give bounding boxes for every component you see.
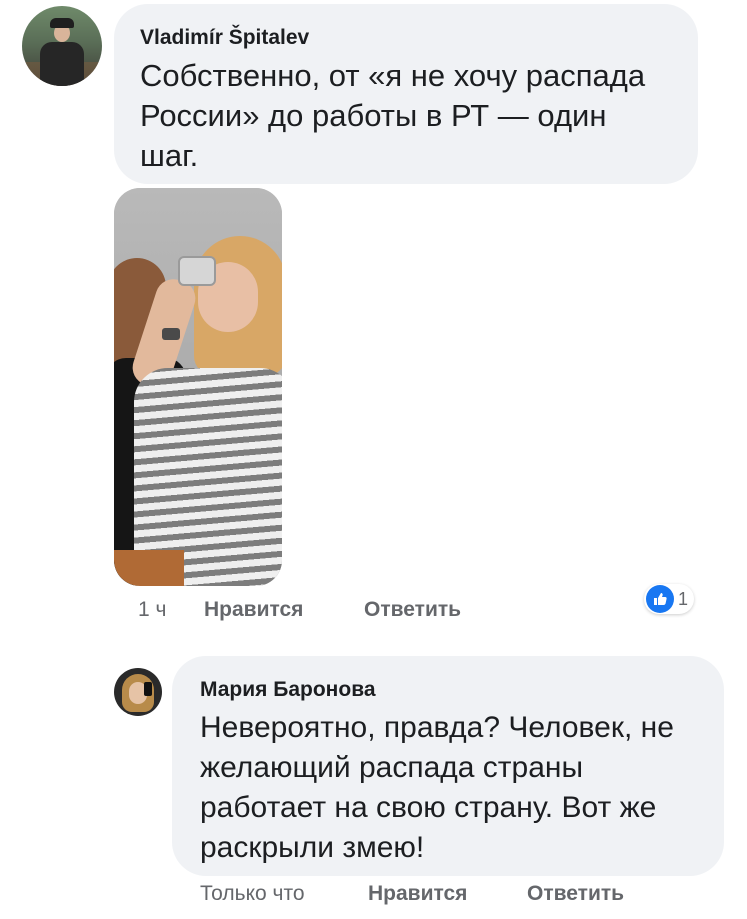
comment-author[interactable]: Мария Баронова bbox=[200, 678, 698, 702]
photo-table bbox=[114, 550, 184, 586]
avatar[interactable] bbox=[22, 6, 102, 86]
photo-watch bbox=[162, 328, 180, 340]
comment-photo[interactable] bbox=[114, 188, 282, 586]
like-button[interactable]: Нравится bbox=[204, 598, 303, 622]
reaction-count: 1 bbox=[678, 588, 689, 609]
comment-timestamp[interactable]: Только что bbox=[200, 882, 305, 906]
like-button[interactable]: Нравится bbox=[368, 882, 467, 906]
reaction-summary[interactable]: 1 bbox=[644, 584, 695, 614]
avatar-phone bbox=[144, 682, 152, 696]
photo-glass bbox=[178, 256, 216, 286]
thumbs-up-icon bbox=[646, 585, 674, 613]
like-button-label: Нравится bbox=[204, 598, 304, 621]
reply-button-label: Ответить bbox=[527, 882, 625, 905]
comment-bubble: Мария Баронова Невероятно, правда? Челов… bbox=[172, 656, 724, 876]
comment-timestamp[interactable]: 1 ч bbox=[138, 598, 166, 622]
avatar[interactable] bbox=[114, 668, 162, 716]
reply-button[interactable]: Ответить bbox=[364, 598, 461, 622]
avatar-figure bbox=[40, 42, 84, 86]
like-button-label: Нравится bbox=[368, 882, 468, 905]
comment-text: Невероятно, правда? Человек, не желающий… bbox=[200, 711, 674, 864]
comment-bubble: Vladimír Špitalev Собственно, от «я не х… bbox=[114, 4, 698, 184]
reply-button[interactable]: Ответить bbox=[527, 882, 624, 906]
comment-text: Собственно, от «я не хочу распада России… bbox=[140, 58, 646, 173]
reply-button-label: Ответить bbox=[364, 598, 462, 621]
comment-author[interactable]: Vladimír Špitalev bbox=[140, 26, 672, 50]
avatar-hat bbox=[50, 18, 74, 28]
